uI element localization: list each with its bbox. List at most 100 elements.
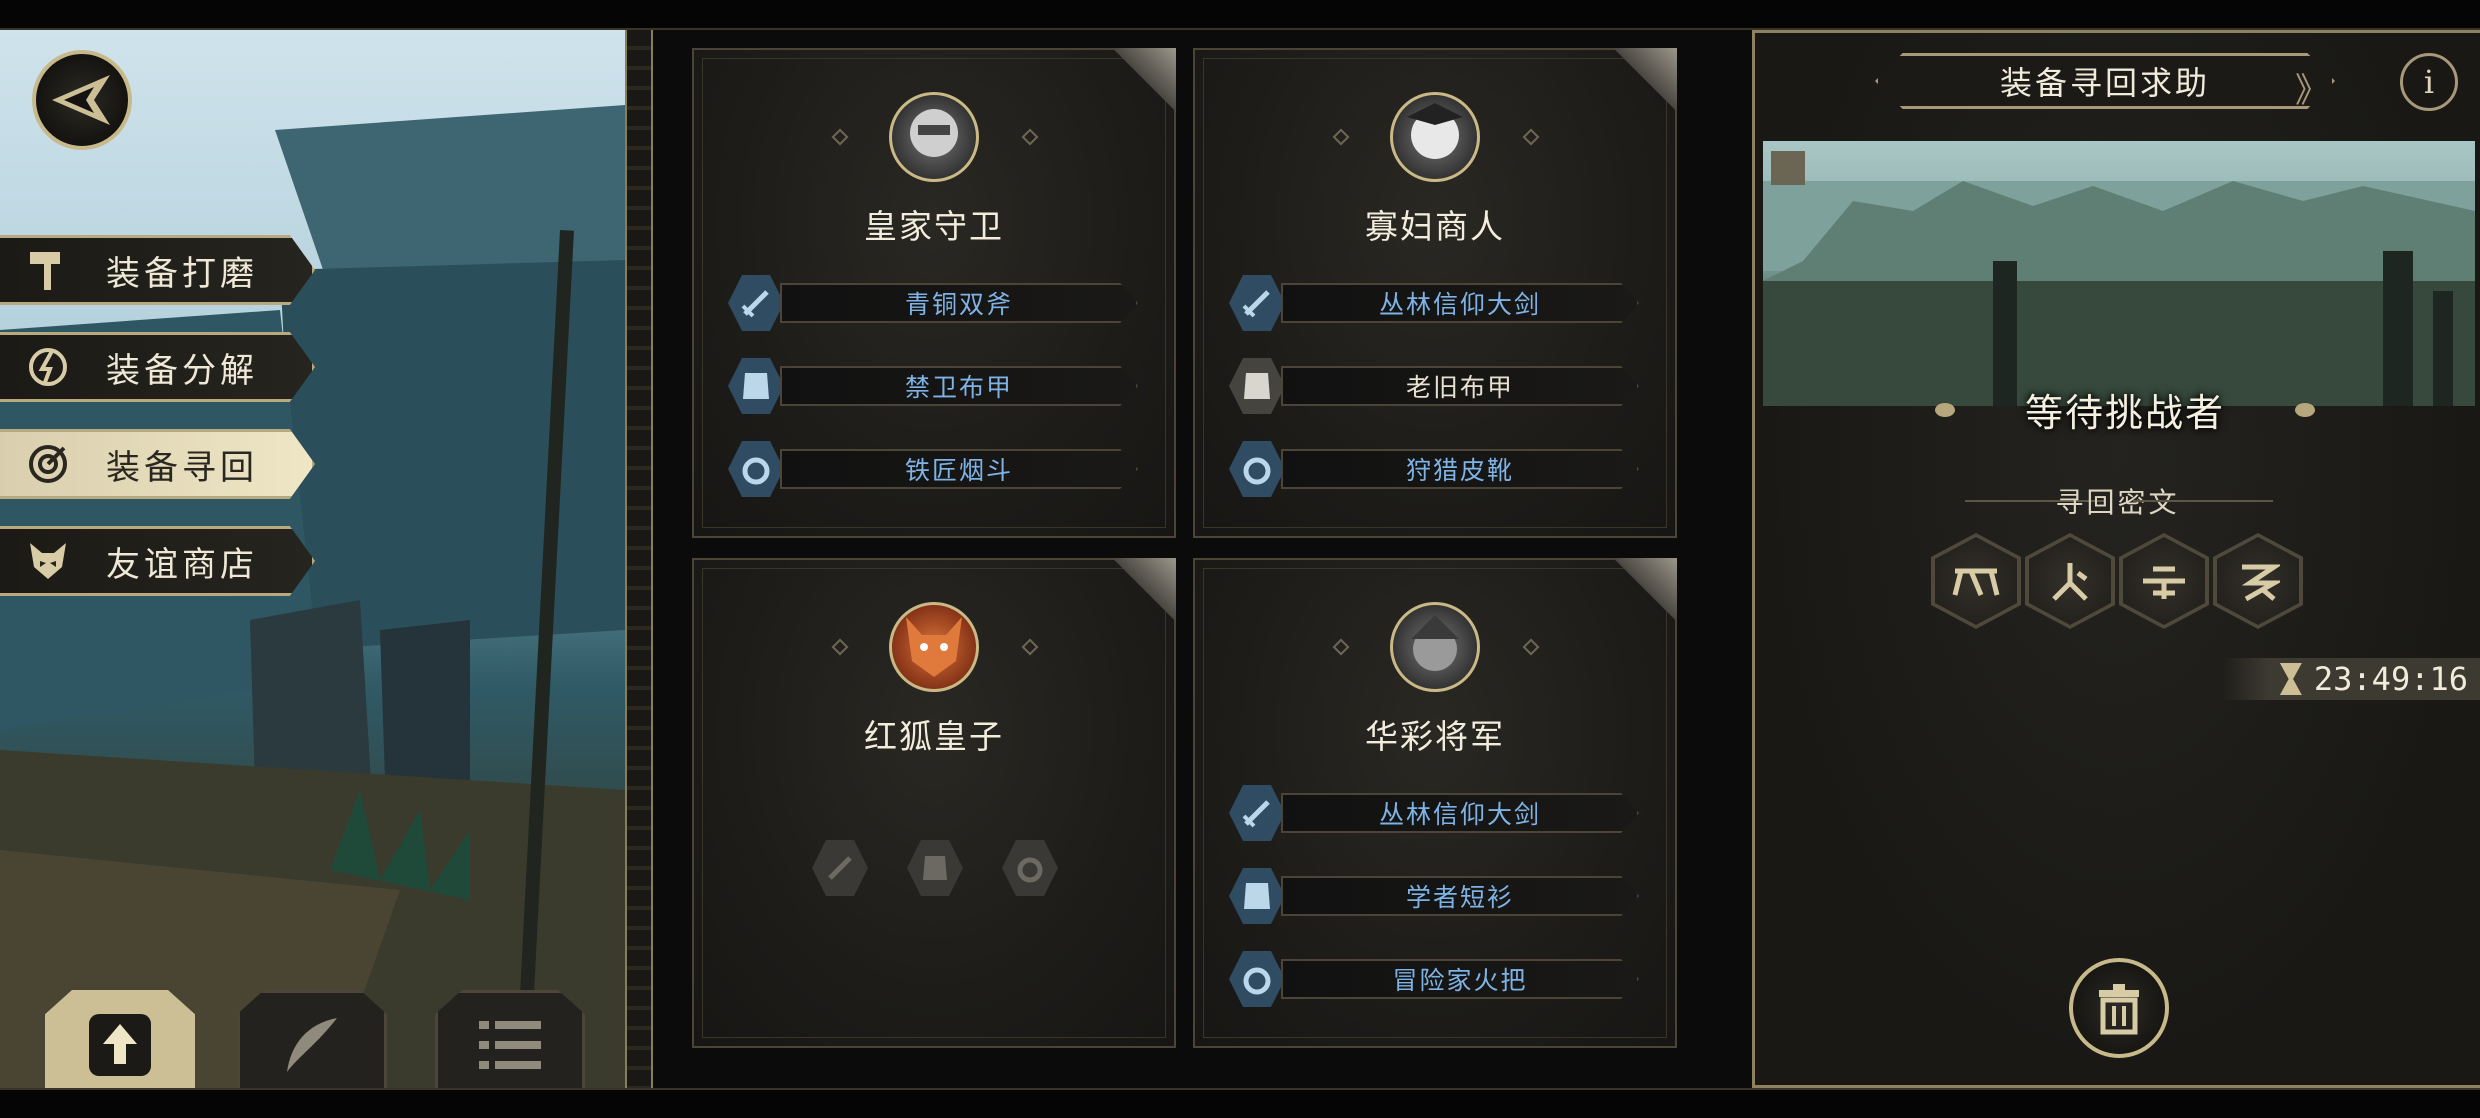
rune-glyph-icon	[2143, 566, 2185, 599]
back-arrow-icon	[52, 75, 110, 125]
equipment-name: 丛林信仰大剑	[1281, 283, 1639, 323]
empty-accessory-slot[interactable]	[1002, 840, 1058, 896]
trash-icon	[2099, 984, 2139, 1035]
card-name: 红狐皇子	[864, 717, 1004, 756]
equipment-name: 青铜双斧	[780, 283, 1138, 323]
ring-icon	[1229, 441, 1285, 497]
page-corner-icon	[1106, 48, 1176, 118]
armor-icon	[1229, 868, 1285, 924]
landscape-illustration	[1763, 151, 2475, 406]
status-banner: 等待挑战者	[1935, 378, 2315, 440]
timer-value: 23:49:16	[2313, 660, 2468, 698]
rune-slot[interactable]	[2213, 533, 2303, 629]
menu-item-retrieve[interactable]: 装备寻回	[0, 429, 315, 499]
ring-icon	[728, 441, 784, 497]
equipment-name: 禁卫布甲	[780, 366, 1138, 406]
sword-icon	[828, 856, 852, 880]
disassemble-icon	[24, 343, 72, 391]
diamond-ornament	[1021, 638, 1039, 656]
empty-weapon-slot[interactable]	[812, 840, 868, 896]
card-name: 华彩将军	[1365, 717, 1505, 756]
menu-item-label: 装备打磨	[106, 253, 258, 294]
equipment-slot[interactable]: 狩猎皮靴	[1229, 441, 1639, 497]
rune-glyph-icon	[2241, 564, 2280, 602]
page-corner-icon	[1106, 558, 1176, 628]
ring-icon	[1017, 857, 1043, 883]
diamond-ornament	[1522, 638, 1540, 656]
equipment-name: 铁匠烟斗	[780, 449, 1138, 489]
equipment-slot[interactable]: 学者短衫	[1229, 868, 1639, 924]
equipment-name: 冒险家火把	[1281, 959, 1639, 999]
feather-button[interactable]	[237, 990, 387, 1100]
empty-armor-slot[interactable]	[907, 840, 963, 896]
diamond-ornament	[1332, 128, 1350, 146]
rune-glyph-icon	[1952, 568, 2000, 596]
character-card-widow-merchant[interactable]: 寡妇商人 丛林信仰大剑 老旧布甲 狩猎皮靴	[1193, 48, 1677, 538]
card-name: 皇家守卫	[864, 207, 1004, 246]
trash-button[interactable]	[2069, 958, 2169, 1058]
equipment-name: 狩猎皮靴	[1281, 449, 1639, 489]
fox-head-icon	[24, 537, 72, 585]
menu-item-disassemble[interactable]: 装备分解	[0, 332, 315, 402]
hourglass-icon	[2279, 663, 2302, 695]
diamond-ornament	[831, 128, 849, 146]
equipment-slot[interactable]: 丛林信仰大剑	[1229, 785, 1639, 841]
character-card-colorful-general[interactable]: 华彩将军 丛林信仰大剑 学者短衫 冒险家火把	[1193, 558, 1677, 1048]
armor-icon	[923, 856, 947, 880]
rune-slot[interactable]	[1931, 533, 2021, 629]
ring-icon	[1229, 951, 1285, 1007]
menu-item-polish[interactable]: 装备打磨	[0, 235, 315, 305]
list-icon	[479, 1021, 541, 1069]
rune-slot[interactable]	[2025, 533, 2115, 629]
info-button[interactable]: i	[2400, 53, 2458, 111]
diamond-ornament	[831, 638, 849, 656]
retrieve-help-panel: 《 装备寻回求助 》 i 等待挑战者 寻回密文 23:49:16	[1752, 30, 2480, 1088]
avatar	[889, 602, 979, 692]
avatar	[1390, 92, 1480, 182]
menu-item-friendship-shop[interactable]: 友谊商店	[0, 526, 315, 596]
menu-item-label: 装备寻回	[106, 447, 258, 488]
menu-item-label: 友谊商店	[106, 544, 258, 585]
avatar	[1390, 602, 1480, 692]
character-card-red-fox-prince[interactable]: 红狐皇子	[692, 558, 1176, 1048]
menu-item-label: 装备分解	[106, 350, 258, 391]
panel-title: 装备寻回求助	[1875, 53, 2335, 109]
armor-icon	[728, 358, 784, 414]
page-corner-icon	[1607, 48, 1677, 118]
equipment-name: 丛林信仰大剑	[1281, 793, 1639, 833]
back-button[interactable]	[32, 50, 132, 150]
upload-icon	[89, 1014, 151, 1076]
armor-icon	[1229, 358, 1285, 414]
upload-button[interactable]	[45, 990, 195, 1100]
rune-slot[interactable]	[2119, 533, 2209, 629]
rune-cipher-title: 寻回密文	[2055, 486, 2180, 519]
top-bar	[0, 0, 2480, 30]
equipment-slot[interactable]: 冒险家火把	[1229, 951, 1639, 1007]
sword-icon	[1229, 785, 1285, 841]
equipment-name: 学者短衫	[1281, 876, 1639, 916]
divider-line	[2133, 500, 2273, 502]
equipment-slot[interactable]: 禁卫布甲	[728, 358, 1138, 414]
character-card-royal-guard[interactable]: 皇家守卫 青铜双斧 禁卫布甲 铁匠烟斗	[692, 48, 1176, 538]
list-button[interactable]	[435, 990, 585, 1100]
diamond-ornament	[1332, 638, 1350, 656]
equipment-slot[interactable]: 丛林信仰大剑	[1229, 275, 1639, 331]
equipment-slot[interactable]: 老旧布甲	[1229, 358, 1639, 414]
equipment-slot[interactable]: 铁匠烟斗	[728, 441, 1138, 497]
challenge-scene-image	[1763, 141, 2475, 406]
diamond-ornament	[1021, 128, 1039, 146]
target-icon	[24, 440, 72, 488]
sword-icon	[1229, 275, 1285, 331]
equipment-slot[interactable]: 青铜双斧	[728, 275, 1138, 331]
sword-icon	[728, 275, 784, 331]
bottom-bar	[0, 1088, 2480, 1118]
equipment-name: 老旧布甲	[1281, 366, 1639, 406]
diamond-ornament	[1522, 128, 1540, 146]
feather-icon	[287, 1018, 337, 1072]
page-corner-icon	[1607, 558, 1677, 628]
rune-glyph-icon	[2052, 563, 2088, 601]
hammer-icon	[24, 246, 72, 294]
chevron-right-icon: 》	[2295, 71, 2329, 111]
card-name: 寡妇商人	[1365, 207, 1505, 246]
countdown-timer: 23:49:16	[2222, 658, 2480, 700]
